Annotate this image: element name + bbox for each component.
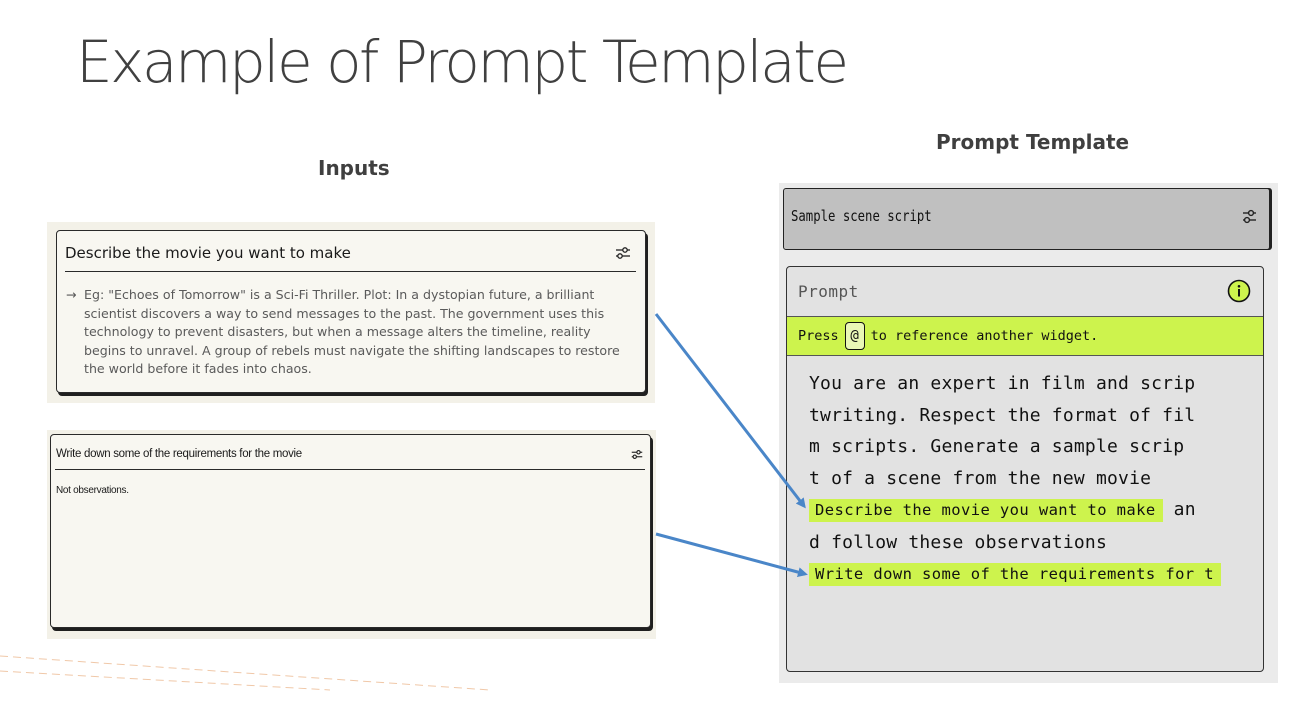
at-key-badge: @ [844, 322, 865, 350]
prompt-line: twriting. Respect the format of fil [809, 404, 1196, 426]
card-header: Write down some of the requirements for … [56, 446, 643, 462]
widget-title: Sample scene script [791, 207, 932, 225]
slide-title: Example of Prompt Template [76, 28, 849, 96]
hint-suffix: to reference another widget. [870, 328, 1099, 344]
sliders-icon[interactable] [1242, 209, 1257, 225]
prompt-editor[interactable]: Prompt Press @ to reference another widg… [786, 266, 1264, 672]
prompt-template-heading: Prompt Template [936, 130, 1130, 154]
movie-description-text[interactable]: → Eg: "Echoes of Tomorrow" is a Sci-Fi T… [66, 286, 626, 379]
divider [55, 469, 645, 470]
prompt-line: Write down some of the requirements for … [809, 558, 1263, 591]
widget-reference-chip-describe-movie[interactable]: Describe the movie you want to make [809, 499, 1163, 522]
prompt-line: Describe the movie you want to make an [809, 494, 1263, 527]
sliders-icon[interactable] [615, 246, 631, 260]
description-body: Eg: "Echoes of Tomorrow" is a Sci-Fi Thr… [84, 287, 620, 376]
describe-movie-card[interactable]: Describe the movie you want to make → Eg… [56, 230, 646, 393]
arrow-icon: → [66, 287, 77, 302]
widget-reference-chip-requirements[interactable]: Write down some of the requirements for … [809, 563, 1222, 586]
reference-hint: Press @ to reference another widget. [787, 316, 1263, 356]
info-icon[interactable] [1227, 279, 1251, 308]
sliders-icon[interactable] [631, 449, 643, 460]
scene-script-widget-header[interactable]: Sample scene script [783, 188, 1270, 250]
card-title: Describe the movie you want to make [65, 244, 351, 262]
prompt-label: Prompt [798, 282, 859, 301]
prompt-line: t of a scene from the new movie [809, 467, 1152, 489]
divider [65, 271, 636, 272]
input-widget-requirements: Write down some of the requirements for … [47, 430, 656, 639]
prompt-text-area[interactable]: You are an expert in film and scrip twrit… [809, 368, 1263, 591]
requirements-card[interactable]: Write down some of the requirements for … [50, 434, 651, 628]
prompt-line: You are an expert in film and scrip [809, 373, 1196, 394]
prompt-line: d follow these observations [809, 531, 1107, 553]
requirements-text[interactable]: Not observations. [56, 485, 129, 496]
card-title: Write down some of the requirements for … [56, 448, 302, 460]
inputs-heading: Inputs [318, 156, 390, 180]
decorative-line [0, 655, 491, 691]
prompt-line: m scripts. Generate a sample scrip [809, 436, 1185, 457]
card-header: Describe the movie you want to make [65, 242, 631, 264]
input-widget-describe-movie: Describe the movie you want to make → Eg… [47, 222, 655, 403]
decorative-line [0, 670, 331, 691]
hint-prefix: Press [798, 328, 839, 344]
prompt-fragment: an [1162, 499, 1196, 520]
